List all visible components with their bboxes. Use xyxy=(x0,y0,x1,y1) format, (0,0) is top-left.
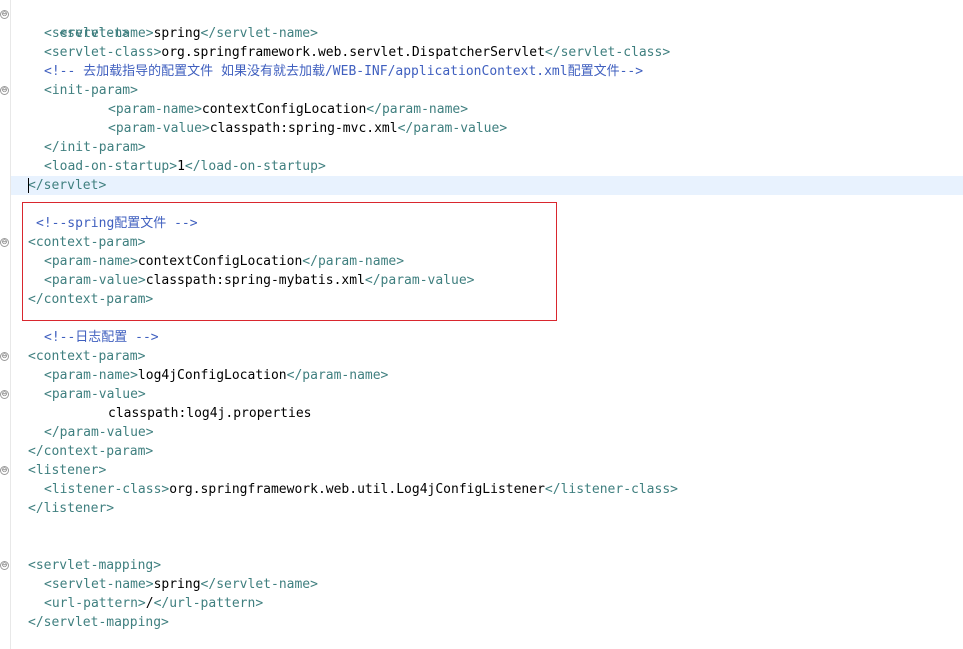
code-line[interactable]: <param-name>contextConfigLocation</param… xyxy=(108,100,468,119)
xml-tag: </servlet-class> xyxy=(544,45,671,60)
xml-tag: </param-name> xyxy=(366,102,469,117)
xml-tag: </listener> xyxy=(28,501,115,516)
code-line[interactable]: </context-param> xyxy=(28,290,153,309)
xml-tag: </param-value> xyxy=(397,121,508,136)
xml-tag: </param-value> xyxy=(364,273,475,288)
xml-tag: </context-param> xyxy=(28,444,154,459)
xml-tag: </param-name> xyxy=(286,368,389,383)
xml-tag: <listener> xyxy=(28,463,107,478)
xml-tag: <param-value> xyxy=(44,273,146,288)
code-line[interactable]: <init-param> xyxy=(44,81,138,100)
xml-tag: <param-name> xyxy=(108,102,202,117)
xml-tag: <servlet-class> xyxy=(44,45,162,60)
xml-tag: </load-on-startup> xyxy=(184,159,326,174)
xml-tag: </param-value> xyxy=(44,425,154,440)
text-caret xyxy=(28,178,29,193)
code-line[interactable]: <listener-class>org.springframework.web.… xyxy=(44,480,678,499)
code-line[interactable]: <servlet-class>org.springframework.web.s… xyxy=(44,43,670,62)
xml-tag: </listener-class> xyxy=(544,482,678,497)
xml-text: / xyxy=(145,596,154,611)
gutter-divider xyxy=(10,0,11,649)
current-line-highlight xyxy=(11,176,963,195)
fold-collapse-icon[interactable]: ⊖ xyxy=(0,86,9,95)
code-line[interactable]: <param-value>classpath:spring-mybatis.xm… xyxy=(44,271,474,290)
xml-tag: </servlet-mapping> xyxy=(28,615,169,630)
code-line[interactable]: <param-name>contextConfigLocation</param… xyxy=(44,252,404,271)
xml-tag: </servlet-name> xyxy=(200,577,318,592)
xml-tag: <init-param> xyxy=(44,83,138,98)
code-line[interactable]: <context-param> xyxy=(28,347,145,366)
xml-comment: <!--日志配置 --> xyxy=(44,330,159,345)
code-line[interactable]: <servlet-name>spring</servlet-name> xyxy=(44,575,318,594)
xml-tag: </init-param> xyxy=(44,140,146,155)
xml-tag: <param-value> xyxy=(44,387,146,402)
xml-tag: <context-param> xyxy=(28,349,146,364)
xml-tag: <url-pattern> xyxy=(44,596,146,611)
fold-collapse-icon[interactable]: ⊖ xyxy=(0,561,9,570)
code-line[interactable]: <context-param> xyxy=(28,233,145,252)
xml-text: spring xyxy=(153,26,201,41)
fold-collapse-icon[interactable]: ⊖ xyxy=(0,10,9,19)
code-line[interactable]: </init-param> xyxy=(44,138,146,157)
xml-tag: <load-on-startup> xyxy=(44,159,178,174)
code-line[interactable]: <listener> xyxy=(28,461,106,480)
xml-tag: </param-name> xyxy=(302,254,405,269)
code-line[interactable]: <load-on-startup>1</load-on-startup> xyxy=(44,157,326,176)
code-line[interactable]: <!-- 去加载指导的配置文件 如果没有就去加载/WEB-INF/applica… xyxy=(44,62,643,81)
xml-tag: </servlet-name> xyxy=(200,26,318,41)
fold-collapse-icon[interactable]: ⊖ xyxy=(0,238,9,247)
code-line[interactable]: classpath:log4j.properties xyxy=(108,404,312,423)
fold-collapse-icon[interactable]: ⊖ xyxy=(0,390,9,399)
xml-text: spring xyxy=(153,577,201,592)
xml-editor[interactable]: ⊖ ⊖ ⊖ ⊖ ⊖ ⊖ ⊖ <servlet> <servlet-name>sp… xyxy=(0,0,963,649)
code-line[interactable]: <param-name>log4jConfigLocation</param-n… xyxy=(44,366,388,385)
xml-comment: <!--spring配置文件 --> xyxy=(36,216,198,231)
xml-tag: <param-name> xyxy=(44,254,138,269)
code-line[interactable]: <param-value> xyxy=(44,385,146,404)
xml-text: org.springframework.web.util.Log4jConfig… xyxy=(169,482,545,497)
xml-tag: </servlet> xyxy=(28,178,107,193)
xml-text: classpath:spring-mybatis.xml xyxy=(145,273,365,288)
code-line[interactable]: </listener> xyxy=(28,499,114,518)
code-line[interactable]: </servlet-mapping> xyxy=(28,613,169,632)
code-line[interactable]: <param-value>classpath:spring-mvc.xml</p… xyxy=(108,119,507,138)
xml-text: classpath:log4j.properties xyxy=(108,406,312,421)
xml-tag: </url-pattern> xyxy=(153,596,264,611)
code-line[interactable]: <!--spring配置文件 --> xyxy=(36,214,198,233)
code-line[interactable]: </servlet> xyxy=(28,176,106,195)
xml-tag: <param-name> xyxy=(44,368,138,383)
editor-gutter xyxy=(0,0,10,649)
xml-tag: <servlet-name> xyxy=(44,26,154,41)
xml-text: 1 xyxy=(177,159,185,174)
xml-text: log4jConfigLocation xyxy=(137,368,287,383)
xml-text: contextConfigLocation xyxy=(201,102,367,117)
xml-tag: <listener-class> xyxy=(44,482,170,497)
xml-tag: </context-param> xyxy=(28,292,154,307)
fold-collapse-icon[interactable]: ⊖ xyxy=(0,466,9,475)
xml-tag: <param-value> xyxy=(108,121,210,136)
xml-text: org.springframework.web.servlet.Dispatch… xyxy=(161,45,545,60)
code-line[interactable]: </param-value> xyxy=(44,423,154,442)
xml-text: contextConfigLocation xyxy=(137,254,303,269)
xml-tag: <servlet-name> xyxy=(44,577,154,592)
code-line[interactable]: </context-param> xyxy=(28,442,153,461)
xml-comment: <!-- 去加载指导的配置文件 如果没有就去加载/WEB-INF/applica… xyxy=(44,64,644,79)
code-line[interactable]: <!--日志配置 --> xyxy=(44,328,159,347)
code-line[interactable]: <url-pattern>/</url-pattern> xyxy=(44,594,263,613)
code-line[interactable]: <servlet-name>spring</servlet-name> xyxy=(44,24,318,43)
code-line[interactable]: <servlet-mapping> xyxy=(28,556,161,575)
code-line[interactable]: <servlet> xyxy=(28,5,129,41)
xml-tag: <servlet-mapping> xyxy=(28,558,162,573)
xml-tag: <context-param> xyxy=(28,235,146,250)
fold-collapse-icon[interactable]: ⊖ xyxy=(0,352,9,361)
xml-text: classpath:spring-mvc.xml xyxy=(209,121,398,136)
